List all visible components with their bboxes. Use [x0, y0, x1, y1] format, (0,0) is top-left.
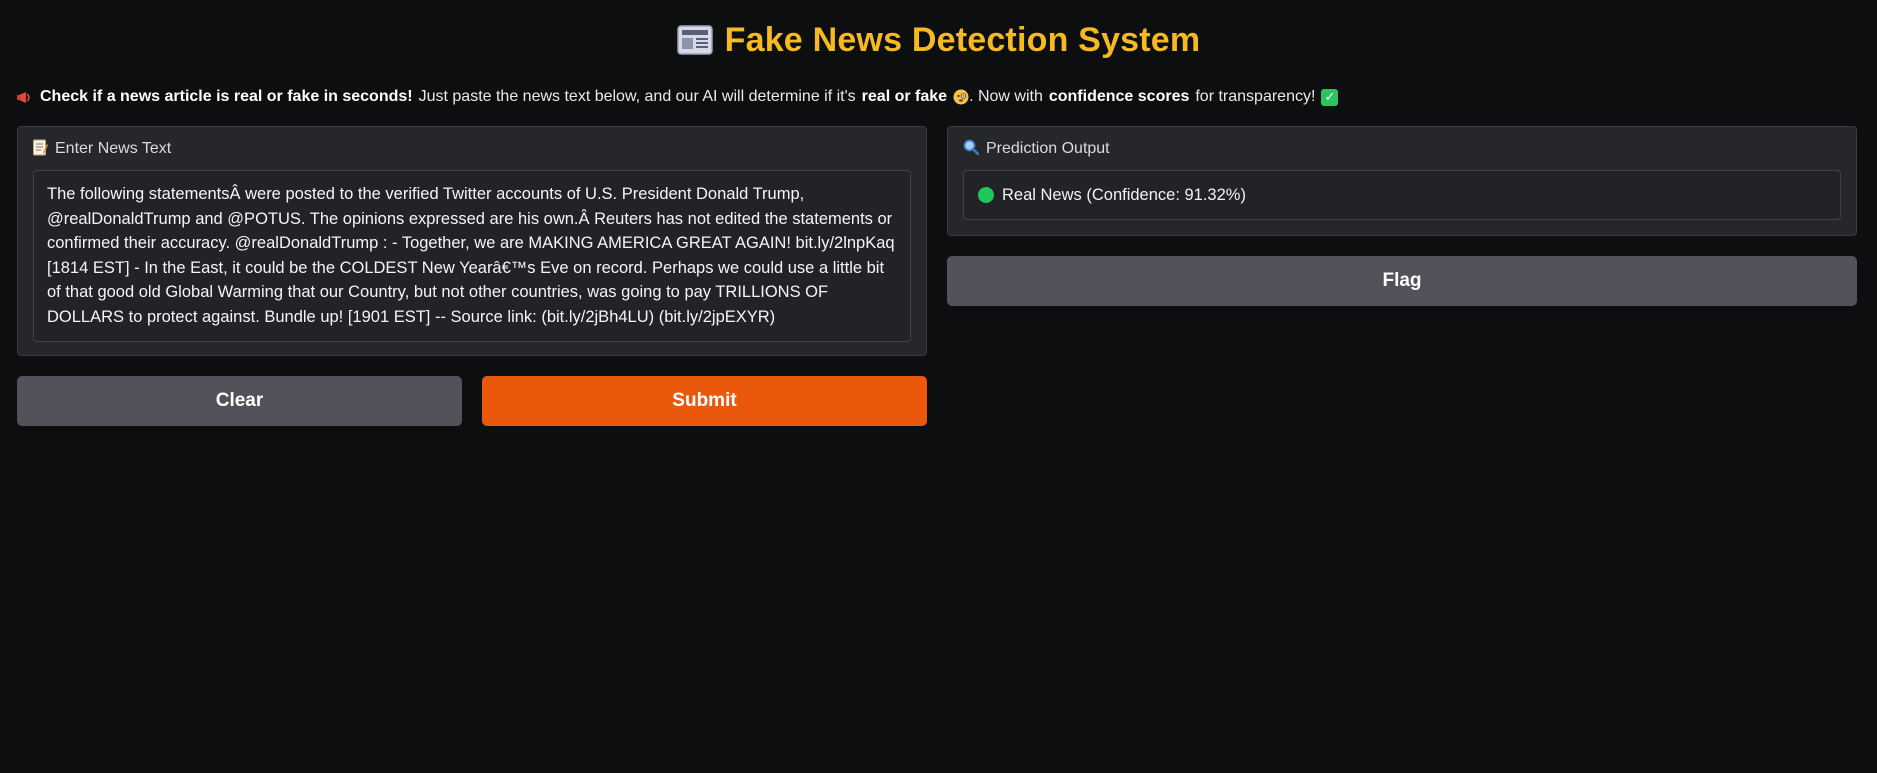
description-bold-confidence: confidence scores: [1048, 88, 1190, 105]
input-panel: Enter News Text The following statements…: [17, 126, 927, 356]
description-text-2: . Now with: [969, 88, 1043, 105]
main-columns: Enter News Text The following statements…: [17, 126, 1860, 426]
action-buttons: Clear Submit: [17, 376, 927, 426]
memo-icon: [33, 139, 48, 160]
magnifying-glass-icon: [963, 139, 980, 159]
output-label-text: Prediction Output: [986, 140, 1110, 157]
header: Fake News Detection System: [17, 0, 1860, 80]
output-panel-label: Prediction Output: [963, 139, 1841, 159]
prediction-result-text: Real News (Confidence: 91.32%): [1002, 185, 1246, 204]
app-root: Fake News Detection System Check if a ne…: [0, 0, 1877, 773]
green-circle-icon: [978, 187, 994, 203]
description-bold-real-fake: real or fake: [861, 88, 948, 105]
clear-button[interactable]: Clear: [17, 376, 462, 426]
output-panel: Prediction Output Real News (Confidence:…: [947, 126, 1857, 236]
description: Check if a news article is real or fake …: [17, 80, 1860, 114]
megaphone-icon: [17, 90, 34, 105]
prediction-result: Real News (Confidence: 91.32%): [963, 170, 1841, 220]
input-panel-label: Enter News Text: [33, 139, 911, 159]
input-label-text: Enter News Text: [55, 140, 172, 157]
news-text-input[interactable]: The following statementsÂ were posted to…: [33, 170, 911, 342]
flag-button[interactable]: Flag: [947, 256, 1857, 306]
submit-button[interactable]: Submit: [482, 376, 927, 426]
output-column: Prediction Output Real News (Confidence:…: [947, 126, 1857, 426]
description-text-1: Just paste the news text below, and our …: [418, 88, 856, 105]
description-text-3: for transparency!: [1195, 88, 1316, 105]
check-mark-icon: ✓: [1321, 88, 1339, 106]
face-with-monocle-icon: [953, 89, 969, 105]
description-bold-intro: Check if a news article is real or fake …: [40, 88, 413, 105]
page-title: Fake News Detection System: [724, 20, 1201, 59]
input-column: Enter News Text The following statements…: [17, 126, 927, 426]
newspaper-icon: [676, 24, 713, 56]
